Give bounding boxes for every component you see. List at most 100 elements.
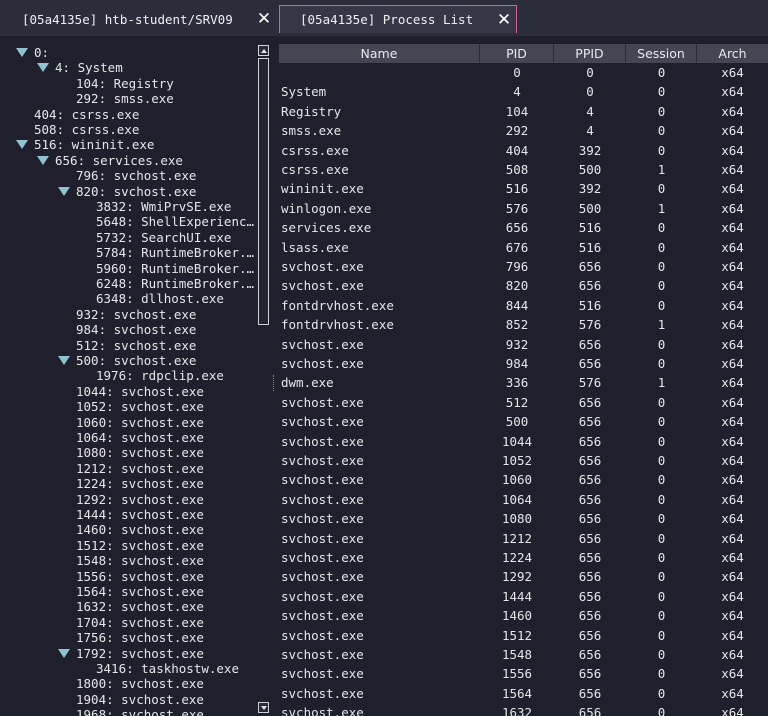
table-row[interactable]: svchost.exe 1632 656 0 x64	[279, 703, 768, 716]
tree-node[interactable]: 1080: svchost.exe	[76, 445, 204, 460]
tree-node[interactable]: 1756: svchost.exe	[76, 630, 204, 645]
tree-node[interactable]: 1564: svchost.exe	[76, 584, 204, 599]
table-row[interactable]: svchost.exe 1444 656 0 x64	[279, 587, 768, 606]
table-row[interactable]: svchost.exe 820 656 0 x64	[279, 276, 768, 295]
tree-node[interactable]: 516: wininit.exe	[16, 137, 154, 152]
expand-toggle-icon[interactable]	[58, 356, 70, 365]
tree-node[interactable]: 1800: svchost.exe	[76, 676, 204, 691]
tree-node[interactable]: 5648: ShellExperienc…	[96, 214, 254, 229]
tree-node[interactable]: 1460: svchost.exe	[76, 522, 204, 537]
table-row[interactable]: svchost.exe 1292 656 0 x64	[279, 567, 768, 586]
tree-node[interactable]: 796: svchost.exe	[76, 168, 196, 183]
tree-node[interactable]: 508: csrss.exe	[34, 122, 139, 137]
table-row[interactable]: svchost.exe 984 656 0 x64	[279, 354, 768, 373]
table-row[interactable]: dwm.exe 336 576 1 x64	[279, 373, 768, 392]
tree-node[interactable]: 1044: svchost.exe	[76, 384, 204, 399]
table-row[interactable]: svchost.exe 1064 656 0 x64	[279, 490, 768, 509]
table-row[interactable]: svchost.exe 796 656 0 x64	[279, 257, 768, 276]
tree-node[interactable]: 1052: svchost.exe	[76, 399, 204, 414]
table-row[interactable]: winlogon.exe 576 500 1 x64	[279, 199, 768, 218]
table-row[interactable]: csrss.exe 404 392 0 x64	[279, 141, 768, 160]
table-row[interactable]: wininit.exe 516 392 0 x64	[279, 179, 768, 198]
table-row[interactable]: services.exe 656 516 0 x64	[279, 218, 768, 237]
tree-node[interactable]: 292: smss.exe	[76, 91, 174, 106]
expand-toggle-icon[interactable]	[58, 648, 70, 658]
tree-node[interactable]: 3832: WmiPrvSE.exe	[96, 199, 231, 214]
column-header-session[interactable]: Session	[626, 44, 697, 63]
table-row[interactable]: svchost.exe 1556 656 0 x64	[279, 664, 768, 683]
scroll-up-icon[interactable]	[258, 45, 269, 56]
column-header-pid[interactable]: PID	[480, 44, 554, 63]
tree-node[interactable]: 1512: svchost.exe	[76, 538, 204, 553]
table-row[interactable]: svchost.exe 1080 656 0 x64	[279, 509, 768, 528]
scrollbar-thumb[interactable]	[258, 58, 269, 325]
expand-toggle-icon[interactable]	[16, 48, 28, 57]
tree-node[interactable]: 1904: svchost.exe	[76, 692, 204, 707]
process-tree[interactable]: 0: 4: System 104: Registry 292: smss.exe 404…	[0, 41, 257, 716]
table-row[interactable]: svchost.exe 500 656 0 x64	[279, 412, 768, 431]
tree-node[interactable]: 656: services.exe	[37, 153, 183, 168]
table-row[interactable]: svchost.exe 1548 656 0 x64	[279, 645, 768, 664]
expand-toggle-icon[interactable]	[58, 186, 70, 196]
tree-node[interactable]: 3416: taskhostw.exe	[96, 661, 239, 676]
close-icon[interactable]: ✕	[252, 9, 276, 29]
tree-node[interactable]: 932: svchost.exe	[76, 307, 196, 322]
tree-node[interactable]: 1556: svchost.exe	[76, 569, 204, 584]
expand-toggle-icon[interactable]	[16, 140, 28, 150]
tree-node[interactable]: 820: svchost.exe	[58, 184, 196, 199]
column-header-name[interactable]: Name	[279, 44, 480, 63]
tree-node[interactable]: 500: svchost.exe	[58, 353, 196, 368]
table-row[interactable]: svchost.exe 1052 656 0 x64	[279, 451, 768, 470]
table-row[interactable]: System 4 0 0 x64	[279, 82, 768, 101]
tree-node[interactable]: 1060: svchost.exe	[76, 415, 204, 430]
table-row[interactable]: svchost.exe 932 656 0 x64	[279, 335, 768, 354]
tab-process-list[interactable]: [05a4135e] Process List ✕	[279, 5, 517, 33]
tree-node[interactable]: 1548: svchost.exe	[76, 553, 204, 568]
column-header-arch[interactable]: Arch	[697, 44, 768, 63]
tree-node[interactable]: 1292: svchost.exe	[76, 492, 204, 507]
tab-session[interactable]: [05a4135e] htb-student/SRV09 ✕	[0, 5, 276, 33]
scroll-down-icon[interactable]	[258, 702, 269, 713]
table-row[interactable]: fontdrvhost.exe 844 516 0 x64	[279, 296, 768, 315]
tree-node[interactable]: 104: Registry	[76, 76, 174, 91]
table-row[interactable]: svchost.exe 1224 656 0 x64	[279, 548, 768, 567]
table-row[interactable]: svchost.exe 1044 656 0 x64	[279, 432, 768, 451]
table-row[interactable]: csrss.exe 508 500 1 x64	[279, 160, 768, 179]
tree-node[interactable]: 1704: svchost.exe	[76, 615, 204, 630]
table-row[interactable]: svchost.exe 1460 656 0 x64	[279, 606, 768, 625]
tree-node[interactable]: 1632: svchost.exe	[76, 599, 204, 614]
tree-node[interactable]: 984: svchost.exe	[76, 322, 196, 337]
tree-scrollbar[interactable]	[257, 44, 271, 716]
column-header-ppid[interactable]: PPID	[554, 44, 626, 63]
table-row[interactable]: smss.exe 292 4 0 x64	[279, 121, 768, 140]
tree-node[interactable]: 6248: RuntimeBroker.…	[96, 276, 254, 291]
tree-node[interactable]: 5732: SearchUI.exe	[96, 230, 231, 245]
tree-node[interactable]: 1212: svchost.exe	[76, 461, 204, 476]
table-row[interactable]: 0 0 0 x64	[279, 63, 768, 82]
tree-node[interactable]: 1444: svchost.exe	[76, 507, 204, 522]
table-row[interactable]: lsass.exe 676 516 0 x64	[279, 238, 768, 257]
expand-toggle-icon[interactable]	[37, 63, 49, 73]
tree-node[interactable]: 1064: svchost.exe	[76, 430, 204, 445]
close-icon[interactable]: ✕	[492, 10, 516, 30]
table-row[interactable]: svchost.exe 1212 656 0 x64	[279, 529, 768, 548]
expand-toggle-icon[interactable]	[37, 155, 49, 165]
tree-node[interactable]: 5960: RuntimeBroker.…	[96, 261, 254, 276]
table-row[interactable]: fontdrvhost.exe 852 576 1 x64	[279, 315, 768, 334]
table-row[interactable]: Registry 104 4 0 x64	[279, 102, 768, 121]
table-row[interactable]: svchost.exe 1512 656 0 x64	[279, 626, 768, 645]
tree-node[interactable]: 1968: svchost.exe	[76, 707, 204, 716]
pane-splitter[interactable]	[273, 375, 276, 391]
table-row[interactable]: svchost.exe 512 656 0 x64	[279, 393, 768, 412]
table-row[interactable]: svchost.exe 1564 656 0 x64	[279, 684, 768, 703]
tree-node[interactable]: 512: svchost.exe	[76, 338, 196, 353]
tree-node[interactable]: 1976: rdpclip.exe	[96, 368, 224, 383]
tree-node[interactable]: 1792: svchost.exe	[58, 646, 204, 661]
tree-node[interactable]: 4: System	[37, 60, 123, 75]
tree-node[interactable]: 5784: RuntimeBroker.…	[96, 245, 254, 260]
table-row[interactable]: svchost.exe 1060 656 0 x64	[279, 470, 768, 489]
tree-node[interactable]: 1224: svchost.exe	[76, 476, 204, 491]
tree-node[interactable]: 0:	[16, 45, 49, 60]
tree-node[interactable]: 6348: dllhost.exe	[96, 291, 224, 306]
tree-node[interactable]: 404: csrss.exe	[34, 107, 139, 122]
